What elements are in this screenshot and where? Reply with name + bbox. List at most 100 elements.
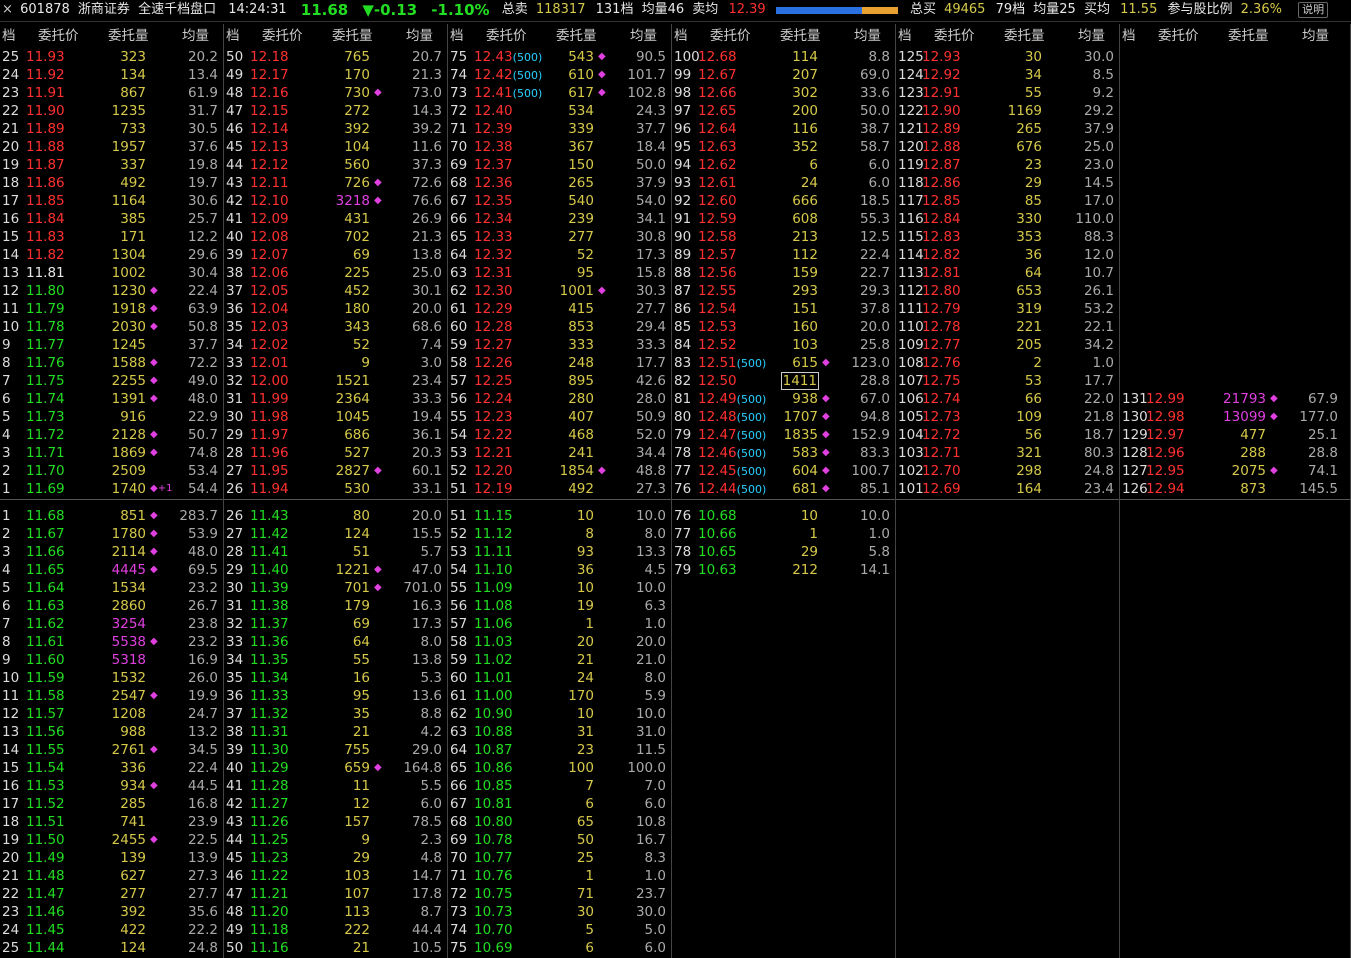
bid-row[interactable]: 1 11.68 851 ◆ 283.7 — [0, 507, 224, 525]
ask-row[interactable]: 13 11.81 1002 30.4 — [0, 264, 224, 282]
bid-row[interactable]: 78 10.65 29 5.8 — [672, 543, 896, 561]
ask-row[interactable]: 40 12.08 702 21.3 — [224, 228, 448, 246]
ask-row[interactable]: 91 12.59 608 55.3 — [672, 210, 896, 228]
ask-row[interactable]: 26 11.94 530 33.1 — [224, 480, 448, 498]
ask-row[interactable]: 59 12.27 333 33.3 — [448, 336, 672, 354]
ask-row[interactable]: 7 11.75 2255 ◆ 49.0 — [0, 372, 224, 390]
ask-row[interactable]: 6 11.74 1391 ◆ 48.0 — [0, 390, 224, 408]
ask-row[interactable]: 32 12.00 1521 23.4 — [224, 372, 448, 390]
ask-row[interactable]: 60 12.28 853 29.4 — [448, 318, 672, 336]
bid-row[interactable]: 70 10.77 25 8.3 — [448, 849, 672, 867]
ask-row[interactable]: 110 12.78 221 22.1 — [896, 318, 1120, 336]
ask-row[interactable]: 29 11.97 686 36.1 — [224, 426, 448, 444]
bid-row[interactable]: 7 11.62 3254 23.8 — [0, 615, 224, 633]
ask-row[interactable]: 45 12.13 104 11.6 — [224, 138, 448, 156]
ask-row[interactable]: 61 12.29 415 27.7 — [448, 300, 672, 318]
ask-row[interactable]: 131 12.99 21793 ◆ 67.9 — [1120, 390, 1344, 408]
ask-row[interactable]: 93 12.61 24 6.0 — [672, 174, 896, 192]
bid-row[interactable]: 16 11.53 934 ◆ 44.5 — [0, 777, 224, 795]
ask-row[interactable]: 58 12.26 248 17.7 — [448, 354, 672, 372]
ask-row[interactable]: 38 12.06 225 25.0 — [224, 264, 448, 282]
bid-row[interactable]: 40 11.29 659 ◆ 164.8 — [224, 759, 448, 777]
bid-row[interactable]: 75 10.69 6 6.0 — [448, 939, 672, 957]
ask-row[interactable]: 124 12.92 34 8.5 — [896, 66, 1120, 84]
ask-row[interactable]: 69 12.37 150 50.0 — [448, 156, 672, 174]
bid-row[interactable]: 44 11.25 9 2.3 — [224, 831, 448, 849]
ask-row[interactable]: 53 12.21 241 34.4 — [448, 444, 672, 462]
ask-row[interactable]: 125 12.93 30 30.0 — [896, 48, 1120, 66]
ask-row[interactable]: 17 11.85 1164 30.6 — [0, 192, 224, 210]
bid-row[interactable]: 53 11.11 93 13.3 — [448, 543, 672, 561]
ask-row[interactable]: 129 12.97 477 25.1 — [1120, 426, 1344, 444]
ask-row[interactable]: 8 11.76 1588 ◆ 72.2 — [0, 354, 224, 372]
ask-row[interactable]: 126 12.94 873 145.5 — [1120, 480, 1344, 498]
ask-row[interactable]: 80 12.48(500) 1707 ◆ 94.8 — [672, 408, 896, 426]
ask-row[interactable]: 123 12.91 55 9.2 — [896, 84, 1120, 102]
bid-row[interactable]: 46 11.22 103 14.7 — [224, 867, 448, 885]
ask-row[interactable]: 5 11.73 916 22.9 — [0, 408, 224, 426]
ask-row[interactable]: 68 12.36 265 37.9 — [448, 174, 672, 192]
ask-row[interactable]: 85 12.53 160 20.0 — [672, 318, 896, 336]
help-button[interactable]: 说明 — [1298, 2, 1329, 18]
ask-row[interactable]: 81 12.49(500) 938 ◆ 67.0 — [672, 390, 896, 408]
ask-row[interactable]: 98 12.66 302 33.6 — [672, 84, 896, 102]
bid-row[interactable]: 74 10.70 5 5.0 — [448, 921, 672, 939]
ask-row[interactable]: 4 11.72 2128 ◆ 50.7 — [0, 426, 224, 444]
ask-row[interactable]: 10 11.78 2030 ◆ 50.8 — [0, 318, 224, 336]
ask-row[interactable]: 105 12.73 109 21.8 — [896, 408, 1120, 426]
ask-row[interactable]: 108 12.76 2 1.0 — [896, 354, 1120, 372]
ask-row[interactable]: 50 12.18 765 20.7 — [224, 48, 448, 66]
ask-row[interactable]: 119 12.87 23 23.0 — [896, 156, 1120, 174]
bid-row[interactable]: 15 11.54 336 22.4 — [0, 759, 224, 777]
bid-row[interactable]: 37 11.32 35 8.8 — [224, 705, 448, 723]
bid-row[interactable]: 27 11.42 124 15.5 — [224, 525, 448, 543]
bid-row[interactable]: 33 11.36 64 8.0 — [224, 633, 448, 651]
ask-row[interactable]: 130 12.98 13099 ◆ 177.0 — [1120, 408, 1344, 426]
bid-row[interactable]: 24 11.45 422 22.2 — [0, 921, 224, 939]
bid-row[interactable]: 28 11.41 51 5.7 — [224, 543, 448, 561]
ask-row[interactable]: 121 12.89 265 37.9 — [896, 120, 1120, 138]
bid-row[interactable]: 19 11.50 2455 ◆ 22.5 — [0, 831, 224, 849]
bid-row[interactable]: 10 11.59 1532 26.0 — [0, 669, 224, 687]
bid-row[interactable]: 43 11.26 157 78.5 — [224, 813, 448, 831]
bid-row[interactable]: 26 11.43 80 20.0 — [224, 507, 448, 525]
ask-row[interactable]: 28 11.96 527 20.3 — [224, 444, 448, 462]
ask-row[interactable]: 118 12.86 29 14.5 — [896, 174, 1120, 192]
ask-row[interactable]: 52 12.20 1854 ◆ 48.8 — [448, 462, 672, 480]
bid-row[interactable]: 47 11.21 107 17.8 — [224, 885, 448, 903]
bid-row[interactable]: 17 11.52 285 16.8 — [0, 795, 224, 813]
ask-row[interactable]: 107 12.75 53 17.7 — [896, 372, 1120, 390]
bid-row[interactable]: 4 11.65 4445 ◆ 69.5 — [0, 561, 224, 579]
bid-row[interactable]: 9 11.60 5318 16.9 — [0, 651, 224, 669]
ask-row[interactable]: 9 11.77 1245 37.7 — [0, 336, 224, 354]
bid-row[interactable]: 13 11.56 988 13.2 — [0, 723, 224, 741]
bid-row[interactable]: 60 11.01 24 8.0 — [448, 669, 672, 687]
ask-row[interactable]: 12 11.80 1230 ◆ 22.4 — [0, 282, 224, 300]
bid-row[interactable]: 21 11.48 627 27.3 — [0, 867, 224, 885]
bid-row[interactable]: 20 11.49 139 13.9 — [0, 849, 224, 867]
ask-row[interactable]: 112 12.80 653 26.1 — [896, 282, 1120, 300]
ask-row[interactable]: 74 12.42(500) 610 ◆ 101.7 — [448, 66, 672, 84]
ask-row[interactable]: 56 12.24 280 28.0 — [448, 390, 672, 408]
ask-row[interactable]: 62 12.30 1001 ◆ 30.3 — [448, 282, 672, 300]
ask-row[interactable]: 100 12.68 114 8.8 — [672, 48, 896, 66]
ask-row[interactable]: 113 12.81 64 10.7 — [896, 264, 1120, 282]
bid-row[interactable]: 2 11.67 1780 ◆ 53.9 — [0, 525, 224, 543]
ask-row[interactable]: 116 12.84 330 110.0 — [896, 210, 1120, 228]
bid-row[interactable]: 61 11.00 170 5.9 — [448, 687, 672, 705]
ask-row[interactable]: 31 11.99 2364 33.3 — [224, 390, 448, 408]
ask-row[interactable]: 84 12.52 103 25.8 — [672, 336, 896, 354]
bid-row[interactable]: 77 10.66 1 1.0 — [672, 525, 896, 543]
ask-row[interactable]: 111 12.79 319 53.2 — [896, 300, 1120, 318]
bid-row[interactable]: 14 11.55 2761 ◆ 34.5 — [0, 741, 224, 759]
bid-row[interactable]: 49 11.18 222 44.4 — [224, 921, 448, 939]
ask-row[interactable]: 97 12.65 200 50.0 — [672, 102, 896, 120]
ask-row[interactable]: 117 12.85 85 17.0 — [896, 192, 1120, 210]
bid-row[interactable]: 55 11.09 10 10.0 — [448, 579, 672, 597]
bid-row[interactable]: 68 10.80 65 10.8 — [448, 813, 672, 831]
ask-row[interactable]: 67 12.35 540 54.0 — [448, 192, 672, 210]
ask-row[interactable]: 79 12.47(500) 1835 ◆ 152.9 — [672, 426, 896, 444]
bid-row[interactable]: 30 11.39 701 ◆ 701.0 — [224, 579, 448, 597]
ask-row[interactable]: 3 11.71 1869 ◆ 74.8 — [0, 444, 224, 462]
ask-row[interactable]: 66 12.34 239 34.1 — [448, 210, 672, 228]
